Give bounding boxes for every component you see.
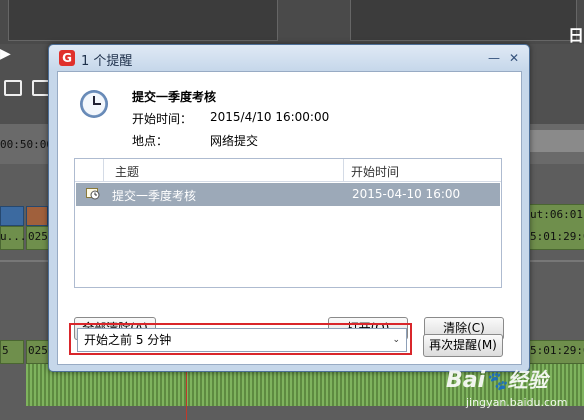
start-time-label: 开始时间：: [132, 112, 193, 126]
preview-panel-left: [8, 0, 278, 41]
track1-right-tc-b: 5:01:29:01: [530, 230, 584, 243]
place-value: 网络提交: [210, 134, 259, 148]
start-time-value: 2015/4/10 16:00:00: [210, 110, 330, 124]
video-clip-thumb[interactable]: [0, 206, 24, 226]
video-clip-thumb[interactable]: [26, 206, 48, 226]
dialog-body: 提交一季度考核 开始时间： 2015/4/10 16:00:00 地点： 网络提…: [57, 71, 522, 365]
playhead[interactable]: [186, 364, 187, 420]
clock-icon: [80, 90, 108, 118]
dialog-title: 1 个提醒: [81, 54, 133, 69]
track2-clip-num: 025: [28, 344, 48, 357]
place-label: 地点：: [132, 134, 169, 148]
watermark-url: jingyan.baidu.com: [466, 396, 568, 409]
preview-panel-right: [350, 0, 577, 41]
ruler-timecode: 00:50:00: [0, 138, 53, 151]
list-row[interactable]: 提交一季度考核 2015-04-10 16:00: [76, 183, 500, 206]
copy-icon[interactable]: [4, 80, 22, 96]
track1-clip-num: 025: [28, 230, 48, 243]
minimize-button[interactable]: —: [485, 50, 503, 66]
col-header-start[interactable]: 开始时间: [351, 163, 399, 180]
play-icon[interactable]: ▶: [0, 46, 20, 62]
reminder-list: 主题 开始时间 提交一季度考核 2015-04-10 16:00: [74, 158, 502, 288]
col-header-subject[interactable]: 主题: [115, 163, 139, 180]
row-subject: 提交一季度考核: [112, 189, 197, 203]
track2-left-label: 5: [2, 344, 9, 357]
list-header: 主题 开始时间: [75, 159, 501, 182]
reminder-dialog: G 1 个提醒 — ✕ 提交一季度考核 开始时间： 2015/4/10 16:0…: [48, 44, 530, 372]
ruler-segment: [528, 130, 584, 152]
highlight-annotation-box: [69, 323, 412, 355]
row-start-time: 2015-04-10 16:00: [352, 187, 461, 201]
reminder-name: 提交一季度考核: [132, 90, 217, 104]
app-logo-icon: G: [59, 50, 75, 66]
appointment-icon: [86, 187, 100, 200]
track1-right-tc-a: ut:06:01:2: [530, 208, 584, 221]
top-right-char: 日: [568, 26, 584, 45]
track2-right-tc: 5:01:29:01: [530, 344, 584, 357]
watermark-logo: Bai🐾经验: [446, 368, 548, 393]
close-button[interactable]: ✕: [505, 50, 523, 66]
track1-left-label: u...: [0, 230, 27, 243]
snooze-button[interactable]: 再次提醒(M): [423, 334, 503, 357]
